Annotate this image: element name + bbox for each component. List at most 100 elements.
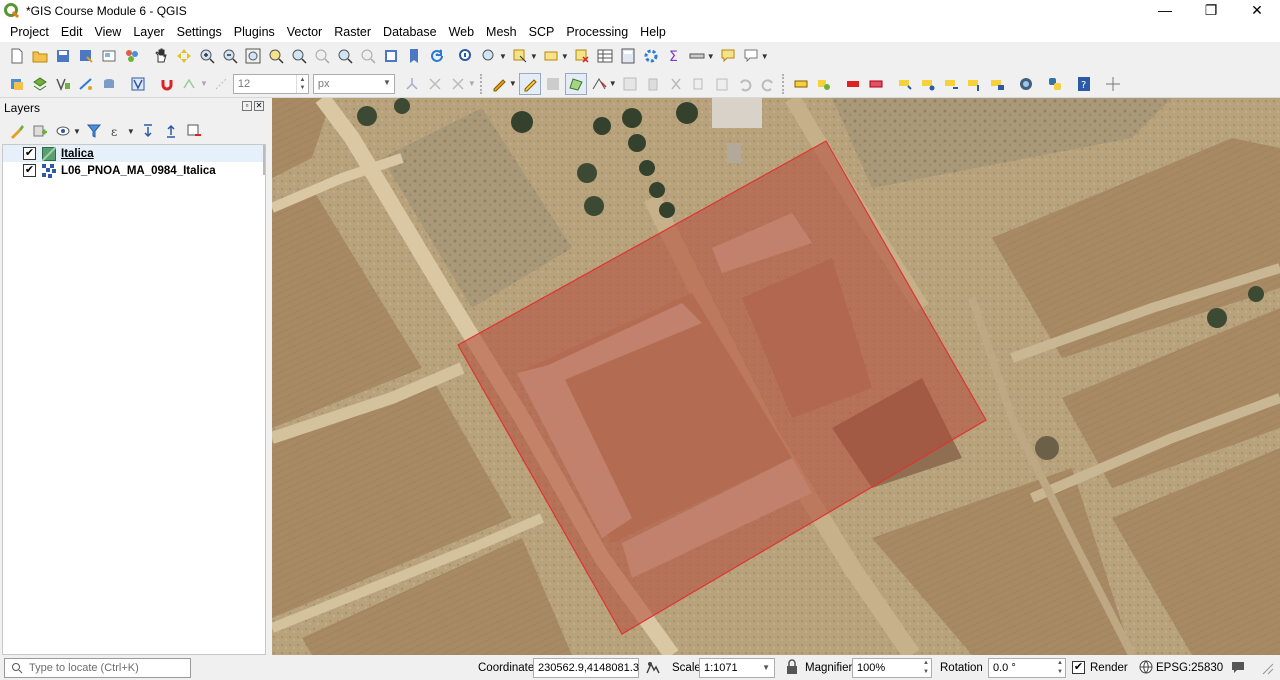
paste-features-icon[interactable] [711, 73, 733, 95]
pan-map-icon[interactable] [150, 45, 172, 67]
zoom-in-icon[interactable] [196, 45, 218, 67]
zoom-last-icon[interactable] [334, 45, 356, 67]
measure-line-icon[interactable] [686, 45, 708, 67]
field-calculator-icon[interactable] [617, 45, 639, 67]
add-vector-layer-icon[interactable] [29, 73, 51, 95]
menu-database[interactable]: Database [377, 22, 443, 42]
label-show-hide-icon[interactable] [865, 73, 887, 95]
menu-project[interactable]: Project [4, 22, 55, 42]
map-tips-icon[interactable] [478, 45, 500, 67]
modify-attributes-icon[interactable] [619, 73, 641, 95]
new-project-icon[interactable] [6, 45, 28, 67]
help-contents-icon[interactable]: ? [1073, 73, 1095, 95]
redo-icon[interactable] [757, 73, 779, 95]
annotation-icon[interactable] [740, 45, 762, 67]
pan-to-selection-icon[interactable] [173, 45, 195, 67]
cut-features-icon[interactable] [665, 73, 687, 95]
select-by-value-icon[interactable] [540, 45, 562, 67]
menu-scp[interactable]: SCP [523, 22, 561, 42]
style-manager-icon[interactable] [121, 45, 143, 67]
layer-row-italica[interactable]: ✔ Italica [3, 145, 265, 162]
minimize-button[interactable]: — [1142, 0, 1188, 22]
statistical-summary-icon[interactable]: Σ [663, 45, 685, 67]
resize-grip-icon[interactable] [1258, 659, 1274, 675]
avoid-intersections-icon[interactable] [424, 73, 446, 95]
menu-edit[interactable]: Edit [55, 22, 89, 42]
toggle-editing-icon[interactable] [518, 72, 541, 95]
coordinate-field[interactable]: 230562.9,4148081.3 [533, 658, 639, 678]
menu-view[interactable]: View [88, 22, 127, 42]
close-button[interactable]: ✕ [1234, 0, 1280, 22]
label-change-icon[interactable] [940, 73, 962, 95]
collapse-all-icon[interactable] [160, 120, 182, 142]
layer-row-pnoa[interactable]: ✔ L06_PNOA_MA_0984_Italica [3, 162, 265, 179]
zoom-next-icon[interactable] [357, 45, 379, 67]
add-spatialite-layer-icon[interactable] [52, 73, 74, 95]
label-toolbar-icon[interactable] [790, 73, 812, 95]
menu-raster[interactable]: Raster [328, 22, 377, 42]
menu-web[interactable]: Web [443, 22, 480, 42]
topology-editing-icon[interactable] [401, 73, 423, 95]
python-plugin-icon[interactable] [127, 73, 149, 95]
zoom-full-icon[interactable] [242, 45, 264, 67]
menu-plugins[interactable]: Plugins [228, 22, 281, 42]
scale-combo[interactable]: 1:1071 ▼ [699, 658, 775, 678]
layer-visibility-checkbox[interactable]: ✔ [23, 147, 36, 160]
python-console-icon[interactable] [1044, 73, 1066, 95]
vertex-tool-icon[interactable] [588, 73, 610, 95]
label-properties-icon[interactable] [986, 73, 1008, 95]
save-edits-icon[interactable] [542, 73, 564, 95]
restore-button[interactable]: ❐ [1188, 0, 1234, 22]
menu-layer[interactable]: Layer [127, 22, 170, 42]
menu-mesh[interactable]: Mesh [480, 22, 523, 42]
manage-map-themes-icon[interactable] [52, 120, 74, 142]
new-map-view-icon[interactable] [380, 45, 402, 67]
menu-processing[interactable]: Processing [560, 22, 634, 42]
snapping-magnet-icon[interactable] [156, 73, 178, 95]
menu-vector[interactable]: Vector [281, 22, 328, 42]
filter-by-expression-icon[interactable]: ε [106, 120, 128, 142]
magnifier-spinbox[interactable]: 100% ▲ ▼ [852, 658, 932, 678]
messages-icon[interactable] [1230, 659, 1246, 675]
panel-float-icon[interactable]: ▫ [242, 101, 252, 111]
deselect-all-icon[interactable] [571, 45, 593, 67]
label-rotate-icon[interactable] [917, 73, 939, 95]
copy-features-icon[interactable] [688, 73, 710, 95]
crs-globe-icon[interactable] [1138, 659, 1154, 675]
layer-visibility-checkbox[interactable]: ✔ [23, 164, 36, 177]
crs-label[interactable]: EPSG:25830 [1156, 662, 1223, 674]
zoom-out-icon[interactable] [219, 45, 241, 67]
open-project-icon[interactable] [29, 45, 51, 67]
snap-unit-combo[interactable]: px ▼ [312, 73, 395, 94]
lock-scale-icon[interactable] [784, 659, 800, 675]
processing-toolbox-icon[interactable] [640, 45, 662, 67]
layers-tree-scrollbar[interactable] [263, 145, 265, 175]
snap-size-spinbox[interactable]: 12 ▲ ▼ [232, 73, 309, 94]
label-move-icon[interactable] [894, 73, 916, 95]
add-db-layer-icon[interactable] [98, 73, 120, 95]
rotation-spinbox[interactable]: 0.0 ° ▲ ▼ [988, 658, 1066, 678]
current-edits-icon[interactable] [488, 73, 510, 95]
identify-icon[interactable] [455, 45, 477, 67]
refresh-icon[interactable] [426, 45, 448, 67]
zoom-to-selection-icon[interactable] [265, 45, 287, 67]
panel-close-icon[interactable]: ✕ [254, 101, 264, 111]
add-polygon-feature-icon[interactable] [564, 72, 587, 95]
delete-selected-icon[interactable] [642, 73, 664, 95]
render-checkbox[interactable]: ✔ [1072, 661, 1085, 674]
expand-all-icon[interactable] [137, 120, 159, 142]
zoom-native-icon[interactable] [311, 45, 333, 67]
open-layer-styling-icon[interactable] [6, 120, 28, 142]
scp-plugin-icon[interactable] [1015, 73, 1037, 95]
locator-search-input[interactable]: Type to locate (Ctrl+K) [4, 658, 191, 678]
filter-legend-icon[interactable] [83, 120, 105, 142]
label-highlight-icon[interactable] [963, 73, 985, 95]
add-line-layer-icon[interactable] [75, 73, 97, 95]
map-tips-toggle-icon[interactable] [717, 45, 739, 67]
add-group-icon[interactable] [29, 120, 51, 142]
attribute-table-icon[interactable] [594, 45, 616, 67]
map-canvas[interactable] [272, 98, 1280, 655]
remove-layer-icon[interactable] [183, 120, 205, 142]
select-features-icon[interactable] [509, 45, 531, 67]
snap-vertex-icon[interactable] [179, 73, 201, 95]
